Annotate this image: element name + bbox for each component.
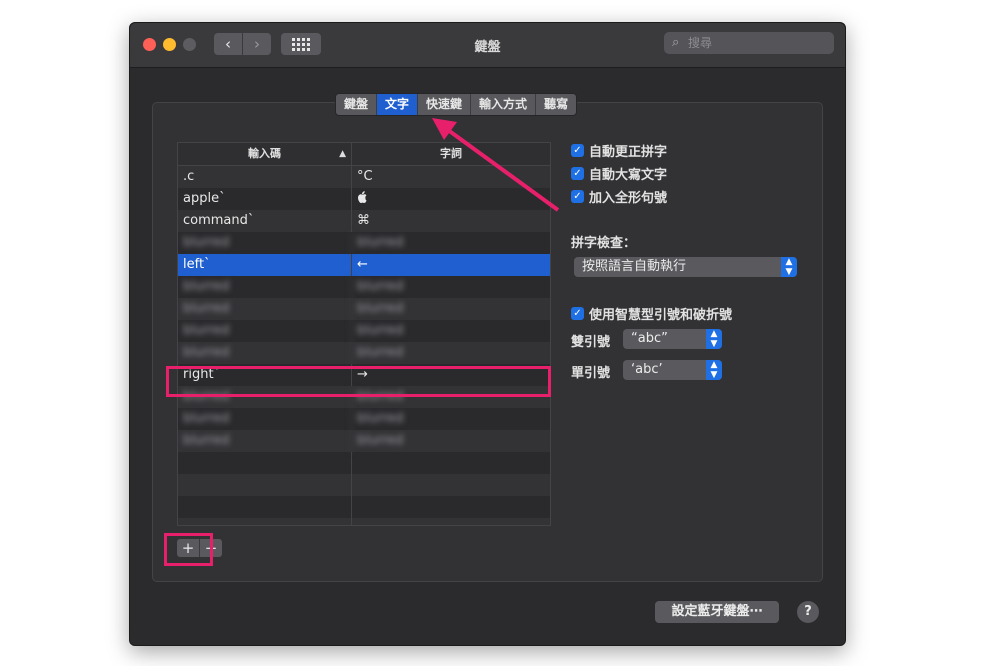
chevron-updown-icon: ▲ ▼ <box>781 257 797 277</box>
input-cell-redacted: blurred <box>178 320 352 342</box>
table-row[interactable]: blurred blurred <box>178 276 550 298</box>
smart-quotes-checkbox[interactable]: ✓ 使用智慧型引號和破折號 <box>571 304 732 323</box>
highlight-box-add <box>164 533 213 566</box>
table-row[interactable]: blurred blurred <box>178 342 550 364</box>
input-cell-redacted: blurred <box>178 430 352 452</box>
word-cell-redacted: blurred <box>357 411 404 426</box>
spellcheck-popup[interactable]: 按照語言自動執行 ▲ ▼ <box>574 257 797 277</box>
word-cell: ⌘ <box>357 213 370 228</box>
auto-capitalize-checkbox[interactable]: ✓ 自動大寫文字 <box>571 164 667 183</box>
double-quote-value: “abc” <box>631 331 668 346</box>
table-body: .c °C apple` command` ⌘ blurred blurred <box>178 166 550 525</box>
checkmark-icon: ✓ <box>571 167 584 180</box>
table-row-empty <box>178 452 550 474</box>
tab-dictation[interactable]: 聽寫 <box>536 94 576 115</box>
word-cell: ← <box>357 257 368 272</box>
search-placeholder: 搜尋 <box>688 36 713 50</box>
input-cell: .c <box>178 166 352 188</box>
input-cell-redacted: blurred <box>178 408 352 430</box>
checkmark-icon: ✓ <box>571 307 584 320</box>
word-cell: °C <box>357 169 373 184</box>
smart-quotes-label: 使用智慧型引號和破折號 <box>589 308 733 323</box>
table-row[interactable]: blurred blurred <box>178 430 550 452</box>
tab-shortcuts[interactable]: 快速鍵 <box>418 94 472 115</box>
help-button[interactable]: ? <box>797 601 819 623</box>
table-row-empty <box>178 518 550 525</box>
table-header: 輸入碼 ▲ 字詞 <box>178 143 550 166</box>
column-header-input[interactable]: 輸入碼 ▲ <box>178 143 352 165</box>
word-cell-redacted: blurred <box>357 323 404 338</box>
table-row[interactable]: blurred blurred <box>178 408 550 430</box>
table-row[interactable]: command` ⌘ <box>178 210 550 232</box>
auto-correct-checkbox[interactable]: ✓ 自動更正拼字 <box>571 141 667 160</box>
spellcheck-label: 拼字檢查： <box>571 236 637 251</box>
chevron-updown-icon: ▲ ▼ <box>706 360 722 380</box>
table-row-selected[interactable]: left` ← <box>178 254 550 276</box>
chevron-updown-icon: ▲ ▼ <box>706 329 722 349</box>
double-quote-popup[interactable]: “abc” ▲ ▼ <box>623 329 722 349</box>
keyboard-preferences-window: ‹ › 鍵盤 ⌕ 搜尋 鍵盤 文字 快速鍵 輸入方式 聽寫 輸入碼 ▲ 字詞 .… <box>129 22 846 646</box>
tab-bar: 鍵盤 文字 快速鍵 輸入方式 聽寫 <box>335 93 578 116</box>
checkmark-icon: ✓ <box>571 190 584 203</box>
table-row[interactable]: .c °C <box>178 166 550 188</box>
word-cell-redacted: blurred <box>357 279 404 294</box>
tab-keyboard[interactable]: 鍵盤 <box>336 94 378 115</box>
single-quote-label: 單引號 <box>571 366 611 381</box>
search-icon: ⌕ <box>672 35 680 50</box>
spellcheck-value: 按照語言自動執行 <box>582 259 687 274</box>
full-width-period-label: 加入全形句號 <box>589 191 668 206</box>
table-row[interactable]: apple` <box>178 188 550 210</box>
auto-capitalize-label: 自動大寫文字 <box>589 168 668 183</box>
tab-text[interactable]: 文字 <box>377 94 419 115</box>
text-replacement-table: 輸入碼 ▲ 字詞 .c °C apple` command` ⌘ blurred… <box>177 142 551 526</box>
single-quote-popup[interactable]: ‘abc’ ▲ ▼ <box>623 360 722 380</box>
column-header-word[interactable]: 字詞 <box>352 143 550 165</box>
table-row[interactable]: blurred blurred <box>178 320 550 342</box>
table-row-empty <box>178 474 550 496</box>
word-cell-redacted: blurred <box>357 235 404 250</box>
column-header-input-label: 輸入碼 <box>248 147 281 160</box>
single-quote-value: ‘abc’ <box>631 362 663 377</box>
word-cell-redacted: blurred <box>357 345 404 360</box>
table-row-empty <box>178 496 550 518</box>
apple-logo-icon <box>358 191 367 203</box>
setup-bluetooth-keyboard-button[interactable]: 設定藍牙鍵盤⋯ <box>655 601 779 623</box>
word-cell-redacted: blurred <box>357 301 404 316</box>
table-row[interactable]: blurred blurred <box>178 232 550 254</box>
checkmark-icon: ✓ <box>571 144 584 157</box>
search-field[interactable]: ⌕ 搜尋 <box>664 32 834 54</box>
tab-input-sources[interactable]: 輸入方式 <box>471 94 537 115</box>
full-width-period-checkbox[interactable]: ✓ 加入全形句號 <box>571 187 667 206</box>
input-cell: command` <box>178 210 352 232</box>
highlight-box-row <box>166 366 551 397</box>
input-cell: left` <box>178 254 352 276</box>
title-bar: ‹ › 鍵盤 ⌕ 搜尋 <box>130 23 845 68</box>
input-cell-redacted: blurred <box>178 298 352 320</box>
input-cell: apple` <box>178 188 352 210</box>
auto-correct-label: 自動更正拼字 <box>589 145 668 160</box>
input-cell-redacted: blurred <box>178 232 352 254</box>
table-row[interactable]: blurred blurred <box>178 298 550 320</box>
word-cell-redacted: blurred <box>357 433 404 448</box>
input-cell-redacted: blurred <box>178 276 352 298</box>
input-cell-redacted: blurred <box>178 342 352 364</box>
sort-ascending-icon: ▲ <box>339 149 346 159</box>
double-quote-label: 雙引號 <box>571 335 611 350</box>
word-cell <box>352 188 550 210</box>
